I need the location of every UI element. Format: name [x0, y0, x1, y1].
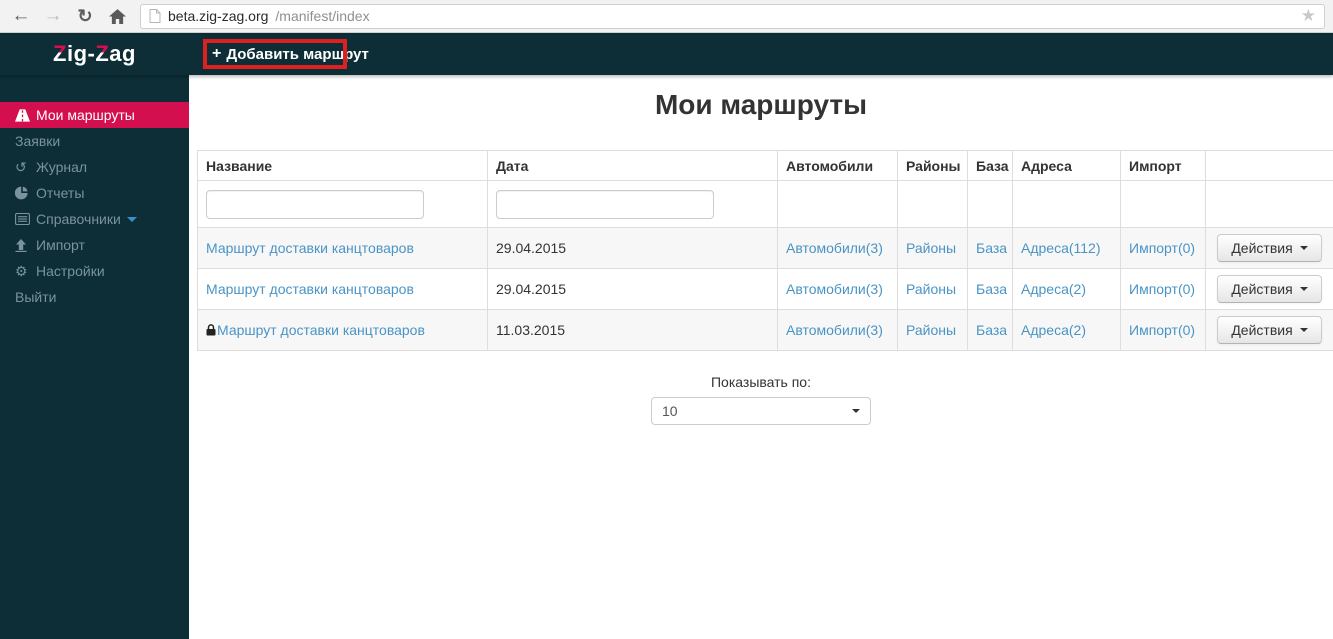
plus-icon: + [212, 45, 222, 62]
table-row: Маршрут доставки канцтоваров 29.04.2015 … [197, 268, 1333, 310]
addresses-link[interactable]: Адреса(112) [1021, 240, 1101, 256]
actions-dropdown-button[interactable]: Действия [1217, 234, 1322, 262]
sidebar-item-label: Настройки [36, 263, 105, 279]
add-route-label: Добавить маршрут [226, 45, 369, 63]
col-header-name[interactable]: Название [197, 150, 488, 181]
page-title: Мои маршруты [654, 89, 868, 120]
sidebar: Мои маршруты Заявки ↺ Журнал Отчеты Спра… [0, 75, 189, 639]
addresses-link[interactable]: Адреса(2) [1021, 281, 1086, 297]
table-row: Маршрут доставки канцтоваров 29.04.2015 … [197, 227, 1333, 269]
col-header-import: Импорт [1120, 150, 1206, 181]
page-size-value: 10 [662, 403, 678, 419]
import-link[interactable]: Импорт(0) [1129, 281, 1195, 297]
page-size-label: Показывать по: [710, 374, 811, 390]
sidebar-item-requests[interactable]: Заявки [0, 128, 189, 154]
actions-label: Действия [1231, 240, 1293, 256]
reload-icon[interactable]: ↻ [72, 3, 98, 29]
sidebar-item-directories[interactable]: Справочники [0, 206, 189, 232]
url-host: beta.zig-zag.org [168, 8, 269, 24]
sidebar-item-label: Заявки [15, 133, 61, 149]
actions-dropdown-button[interactable]: Действия [1217, 316, 1322, 344]
base-link[interactable]: База [976, 322, 1007, 338]
sidebar-item-label: Справочники [36, 211, 121, 227]
app-header: Zig- Zag + Добавить маршрут [0, 33, 1333, 75]
filter-date-input[interactable] [496, 189, 714, 219]
sidebar-item-settings[interactable]: ⚙ Настройки [0, 258, 189, 284]
logo-r1: ig- [66, 41, 96, 66]
sidebar-item-import[interactable]: Импорт [0, 232, 189, 258]
actions-label: Действия [1231, 322, 1293, 338]
add-route-button[interactable]: + Добавить маршрут [212, 33, 369, 75]
route-name-link[interactable]: Маршрут доставки канцтоваров [206, 281, 414, 297]
sidebar-item-label: Импорт [36, 237, 85, 253]
addresses-link[interactable]: Адреса(2) [1021, 322, 1086, 338]
sidebar-item-label: Мои маршруты [36, 107, 135, 123]
col-header-districts: Районы [897, 150, 968, 181]
routes-table: Название Дата Автомобили Районы База Адр… [197, 150, 1333, 351]
route-name-link[interactable]: Маршрут доставки канцтоваров [206, 240, 414, 256]
url-bar[interactable]: beta.zig-zag.org/manifest/index ★ [140, 3, 1325, 29]
chevron-down-icon [126, 216, 137, 222]
upload-icon [15, 238, 36, 252]
caret-down-icon [1299, 246, 1308, 250]
import-link[interactable]: Импорт(0) [1129, 322, 1195, 338]
cars-link[interactable]: Автомобили(3) [786, 281, 883, 297]
sidebar-item-logout[interactable]: Выйти [0, 284, 189, 310]
filter-name-input[interactable] [206, 189, 424, 219]
col-header-date[interactable]: Дата [487, 150, 778, 181]
sidebar-item-label: Журнал [36, 159, 88, 175]
route-name-link[interactable]: Маршрут доставки канцтоваров [217, 322, 425, 338]
col-header-base: База [967, 150, 1013, 181]
browser-toolbar: ← → ↻ beta.zig-zag.org/manifest/index ★ [0, 0, 1333, 33]
districts-link[interactable]: Районы [906, 322, 956, 338]
logo-r2: ag [109, 41, 136, 66]
districts-link[interactable]: Районы [906, 281, 956, 297]
route-date: 11.03.2015 [487, 309, 778, 351]
col-header-actions [1205, 150, 1333, 181]
gear-icon: ⚙ [15, 263, 28, 279]
districts-link[interactable]: Районы [906, 240, 956, 256]
col-header-addresses: Адреса [1012, 150, 1121, 181]
route-date: 29.04.2015 [487, 227, 778, 269]
import-link[interactable]: Импорт(0) [1129, 240, 1195, 256]
actions-dropdown-button[interactable]: Действия [1217, 275, 1322, 303]
pie-chart-icon [15, 186, 36, 200]
pagination: Показывать по: 10 [189, 374, 1333, 425]
main-content: Мои маршруты Название Дата Автомобили Ра… [189, 75, 1333, 639]
cars-link[interactable]: Автомобили(3) [786, 322, 883, 338]
app-logo: Zig- Zag [0, 33, 189, 75]
caret-down-icon [1299, 328, 1308, 332]
page-size-select[interactable]: 10 [651, 397, 871, 425]
forward-icon[interactable]: → [40, 3, 66, 29]
bookmark-star-icon[interactable]: ★ [1301, 6, 1316, 26]
sidebar-item-label: Отчеты [36, 185, 85, 201]
lock-icon [206, 323, 216, 339]
home-icon[interactable] [104, 3, 130, 29]
caret-down-icon [852, 409, 860, 413]
table-row: Маршрут доставки канцтоваров 11.03.2015 … [197, 309, 1333, 351]
back-icon[interactable]: ← [8, 3, 34, 29]
home-icon-glyph [108, 8, 126, 24]
route-date: 29.04.2015 [487, 268, 778, 310]
page-icon [149, 9, 161, 23]
sidebar-item-journal[interactable]: ↺ Журнал [0, 154, 189, 180]
road-icon [15, 108, 36, 122]
url-path: /manifest/index [275, 8, 370, 24]
table-header-row: Название Дата Автомобили Районы База Адр… [197, 150, 1333, 181]
sidebar-item-label: Выйти [15, 289, 57, 305]
history-icon: ↺ [15, 159, 27, 175]
col-header-cars: Автомобили [777, 150, 898, 181]
sidebar-item-reports[interactable]: Отчеты [0, 180, 189, 206]
filter-row [197, 180, 1333, 228]
caret-down-icon [1299, 287, 1308, 291]
logo-z2: Z [95, 41, 110, 66]
actions-label: Действия [1231, 281, 1293, 297]
sidebar-item-my-routes[interactable]: Мои маршруты [0, 102, 189, 128]
list-icon [15, 213, 36, 225]
cars-link[interactable]: Автомобили(3) [786, 240, 883, 256]
base-link[interactable]: База [976, 281, 1007, 297]
logo-z1: Z [53, 41, 67, 66]
base-link[interactable]: База [976, 240, 1007, 256]
